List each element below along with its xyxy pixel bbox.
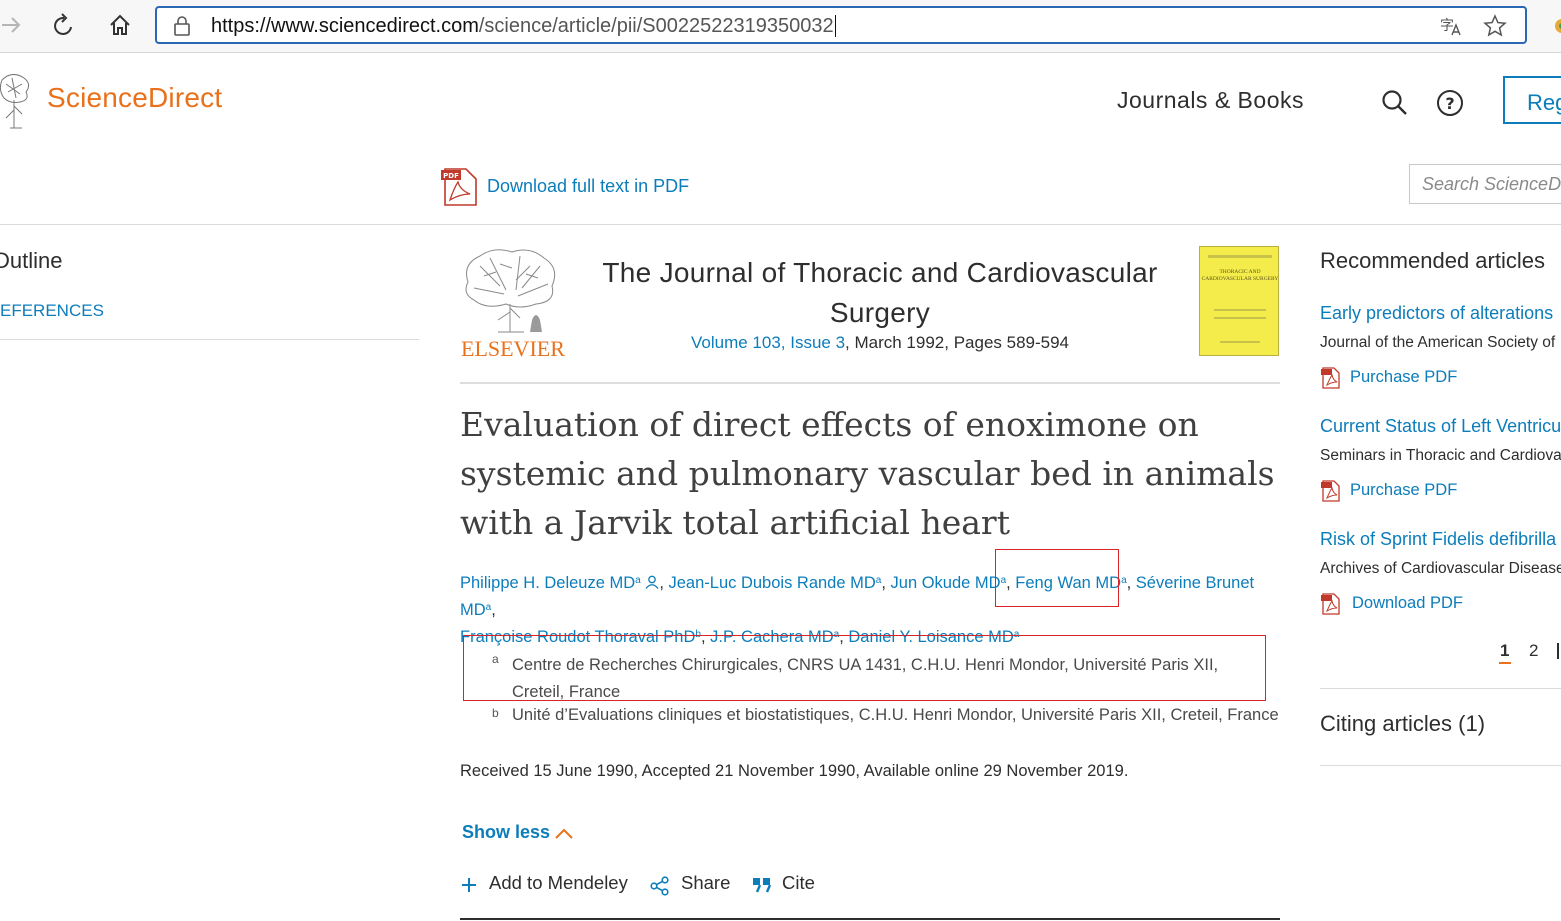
pagination-page-1[interactable]: 1 — [1500, 641, 1509, 661]
article-title: Evaluation of direct effects of enoximon… — [460, 405, 1275, 542]
cover-title: THORACIC AND CARDIOVASCULAR SURGERY — [1201, 269, 1279, 282]
quote-icon[interactable] — [752, 876, 772, 894]
citing-articles-heading[interactable]: Citing articles (1) — [1320, 711, 1485, 737]
url-path: /science/article/pii/S0022522319350032 — [478, 15, 834, 37]
affiliation-label: a — [492, 652, 499, 666]
author-link[interactable]: Philippe H. Deleuze MDa — [460, 574, 641, 592]
download-pdf-link[interactable]: Download PDF — [1352, 594, 1463, 613]
affiliation-text: Centre de Recherches Chirurgicales, CNRS… — [512, 656, 1219, 701]
highlight-box-author — [995, 549, 1119, 607]
journal-title[interactable]: The Journal of Thoracic and Cardiovascul… — [600, 253, 1160, 333]
add-to-mendeley-button[interactable]: Add to Mendeley — [489, 872, 628, 894]
translate-icon[interactable]: 字 — [1439, 15, 1461, 37]
pagination-page-2[interactable]: 2 — [1529, 641, 1538, 661]
author-sup: a — [875, 575, 882, 586]
journal-cover-image[interactable]: THORACIC AND CARDIOVASCULAR SURGERY — [1199, 246, 1279, 356]
pagination-next-partial[interactable] — [1557, 643, 1559, 659]
author-sup: a — [635, 575, 641, 586]
text-cursor — [834, 15, 836, 37]
author-separator: , — [1126, 574, 1136, 592]
cover-rule — [1220, 341, 1260, 343]
reload-icon[interactable] — [52, 13, 76, 39]
author-separator: , — [659, 574, 669, 592]
article-divider — [460, 382, 1280, 384]
author-separator: , — [881, 574, 891, 592]
svg-text:?: ? — [1445, 94, 1454, 113]
show-less-label: Show less — [462, 822, 551, 842]
recommended-article-source: Journal of the American Society of — [1320, 334, 1556, 351]
author-name: Jun Okude MD — [890, 574, 1001, 592]
home-icon[interactable] — [108, 13, 132, 37]
author-separator: , — [491, 601, 496, 619]
favorite-star-icon[interactable] — [1483, 14, 1507, 38]
extension-icon[interactable] — [1552, 18, 1561, 34]
journal-issue-info: Volume 103, Issue 3, March 1992, Pages 5… — [600, 333, 1160, 353]
actions-divider — [460, 918, 1280, 920]
search-icon[interactable] — [1381, 89, 1409, 117]
recommended-article-link[interactable]: Risk of Sprint Fidelis defibrilla — [1320, 529, 1556, 550]
pdf-file-icon[interactable] — [1320, 367, 1340, 389]
volume-issue-link[interactable]: Volume 103, Issue 3 — [691, 333, 845, 352]
help-icon[interactable]: ? — [1436, 89, 1464, 117]
purchase-pdf-link[interactable]: Purchase PDF — [1350, 481, 1457, 500]
author-name: Jean-Luc Dubois Rande MD — [668, 574, 876, 592]
outline-heading: Dutline — [0, 248, 63, 273]
affiliation-text: Unité d’Evaluations cliniques et biostat… — [512, 706, 1279, 724]
pdf-file-icon[interactable] — [1320, 593, 1340, 615]
date-pages: , March 1992, Pages 589-594 — [845, 333, 1070, 352]
cover-rule — [1214, 317, 1266, 319]
pdf-file-icon[interactable] — [1320, 480, 1340, 502]
affiliation-label: b — [492, 706, 499, 720]
sciencedirect-logo[interactable]: ScienceDirect — [47, 82, 222, 114]
pagination-active-indicator — [1499, 662, 1511, 664]
browser-toolbar: https://www.sciencedirect.com/science/ar… — [0, 0, 1561, 53]
chevron-up-icon[interactable] — [553, 825, 575, 841]
person-icon — [645, 575, 659, 589]
url-text[interactable]: https://www.sciencedirect.com/science/ar… — [211, 15, 836, 38]
svg-text:字: 字 — [1440, 18, 1454, 34]
elsevier-tree-logo[interactable] — [0, 70, 32, 132]
share-icon[interactable] — [650, 876, 670, 896]
download-pdf-link[interactable]: Download full text in PDF — [487, 176, 689, 197]
share-button[interactable]: Share — [681, 872, 730, 894]
cover-rule — [1214, 309, 1266, 311]
elsevier-tree-image[interactable] — [460, 246, 560, 334]
recommended-article-source: Seminars in Thoracic and Cardiova — [1320, 447, 1561, 464]
pdf-file-icon[interactable]: PDF — [440, 168, 478, 206]
cite-button[interactable]: Cite — [782, 872, 815, 894]
svg-text:PDF: PDF — [443, 172, 459, 180]
recommended-article-link[interactable]: Current Status of Left Ventricu — [1320, 416, 1561, 437]
cover-rule — [1208, 255, 1272, 258]
header-divider — [0, 224, 1561, 225]
forward-icon[interactable] — [0, 13, 22, 37]
register-button[interactable]: Reg — [1503, 76, 1561, 124]
address-bar[interactable]: https://www.sciencedirect.com/science/ar… — [155, 6, 1527, 44]
purchase-pdf-link[interactable]: Purchase PDF — [1350, 368, 1457, 387]
plus-icon[interactable] — [460, 876, 478, 894]
recommended-article-link[interactable]: Early predictors of alterations — [1320, 303, 1553, 324]
rail-divider — [1320, 688, 1561, 689]
url-host: https://www.sciencedirect.com — [211, 15, 479, 37]
recommended-heading: Recommended articles — [1320, 248, 1545, 273]
author-link[interactable]: Jun Okude MDa — [891, 574, 1007, 592]
outline-divider — [0, 339, 419, 340]
journals-books-link[interactable]: Journals & Books — [1117, 87, 1304, 114]
outline-item-references[interactable]: EFERENCES — [0, 301, 104, 321]
search-input[interactable]: Search ScienceDi — [1409, 164, 1561, 204]
recommended-article-source: Archives of Cardiovascular Disease — [1320, 560, 1561, 577]
author-sup: a — [1121, 575, 1127, 586]
elsevier-wordmark: ELSEVIER — [461, 336, 565, 361]
author-sup: a — [485, 602, 492, 613]
article-history: Received 15 June 1990, Accepted 21 Novem… — [460, 762, 1129, 780]
author-link[interactable]: Jean-Luc Dubois Rande MDa — [669, 574, 882, 592]
show-less-button[interactable]: Show less — [462, 822, 550, 843]
rail-divider — [1320, 765, 1561, 766]
lock-icon[interactable] — [173, 16, 191, 36]
author-name: Philippe H. Deleuze MD — [460, 574, 636, 592]
